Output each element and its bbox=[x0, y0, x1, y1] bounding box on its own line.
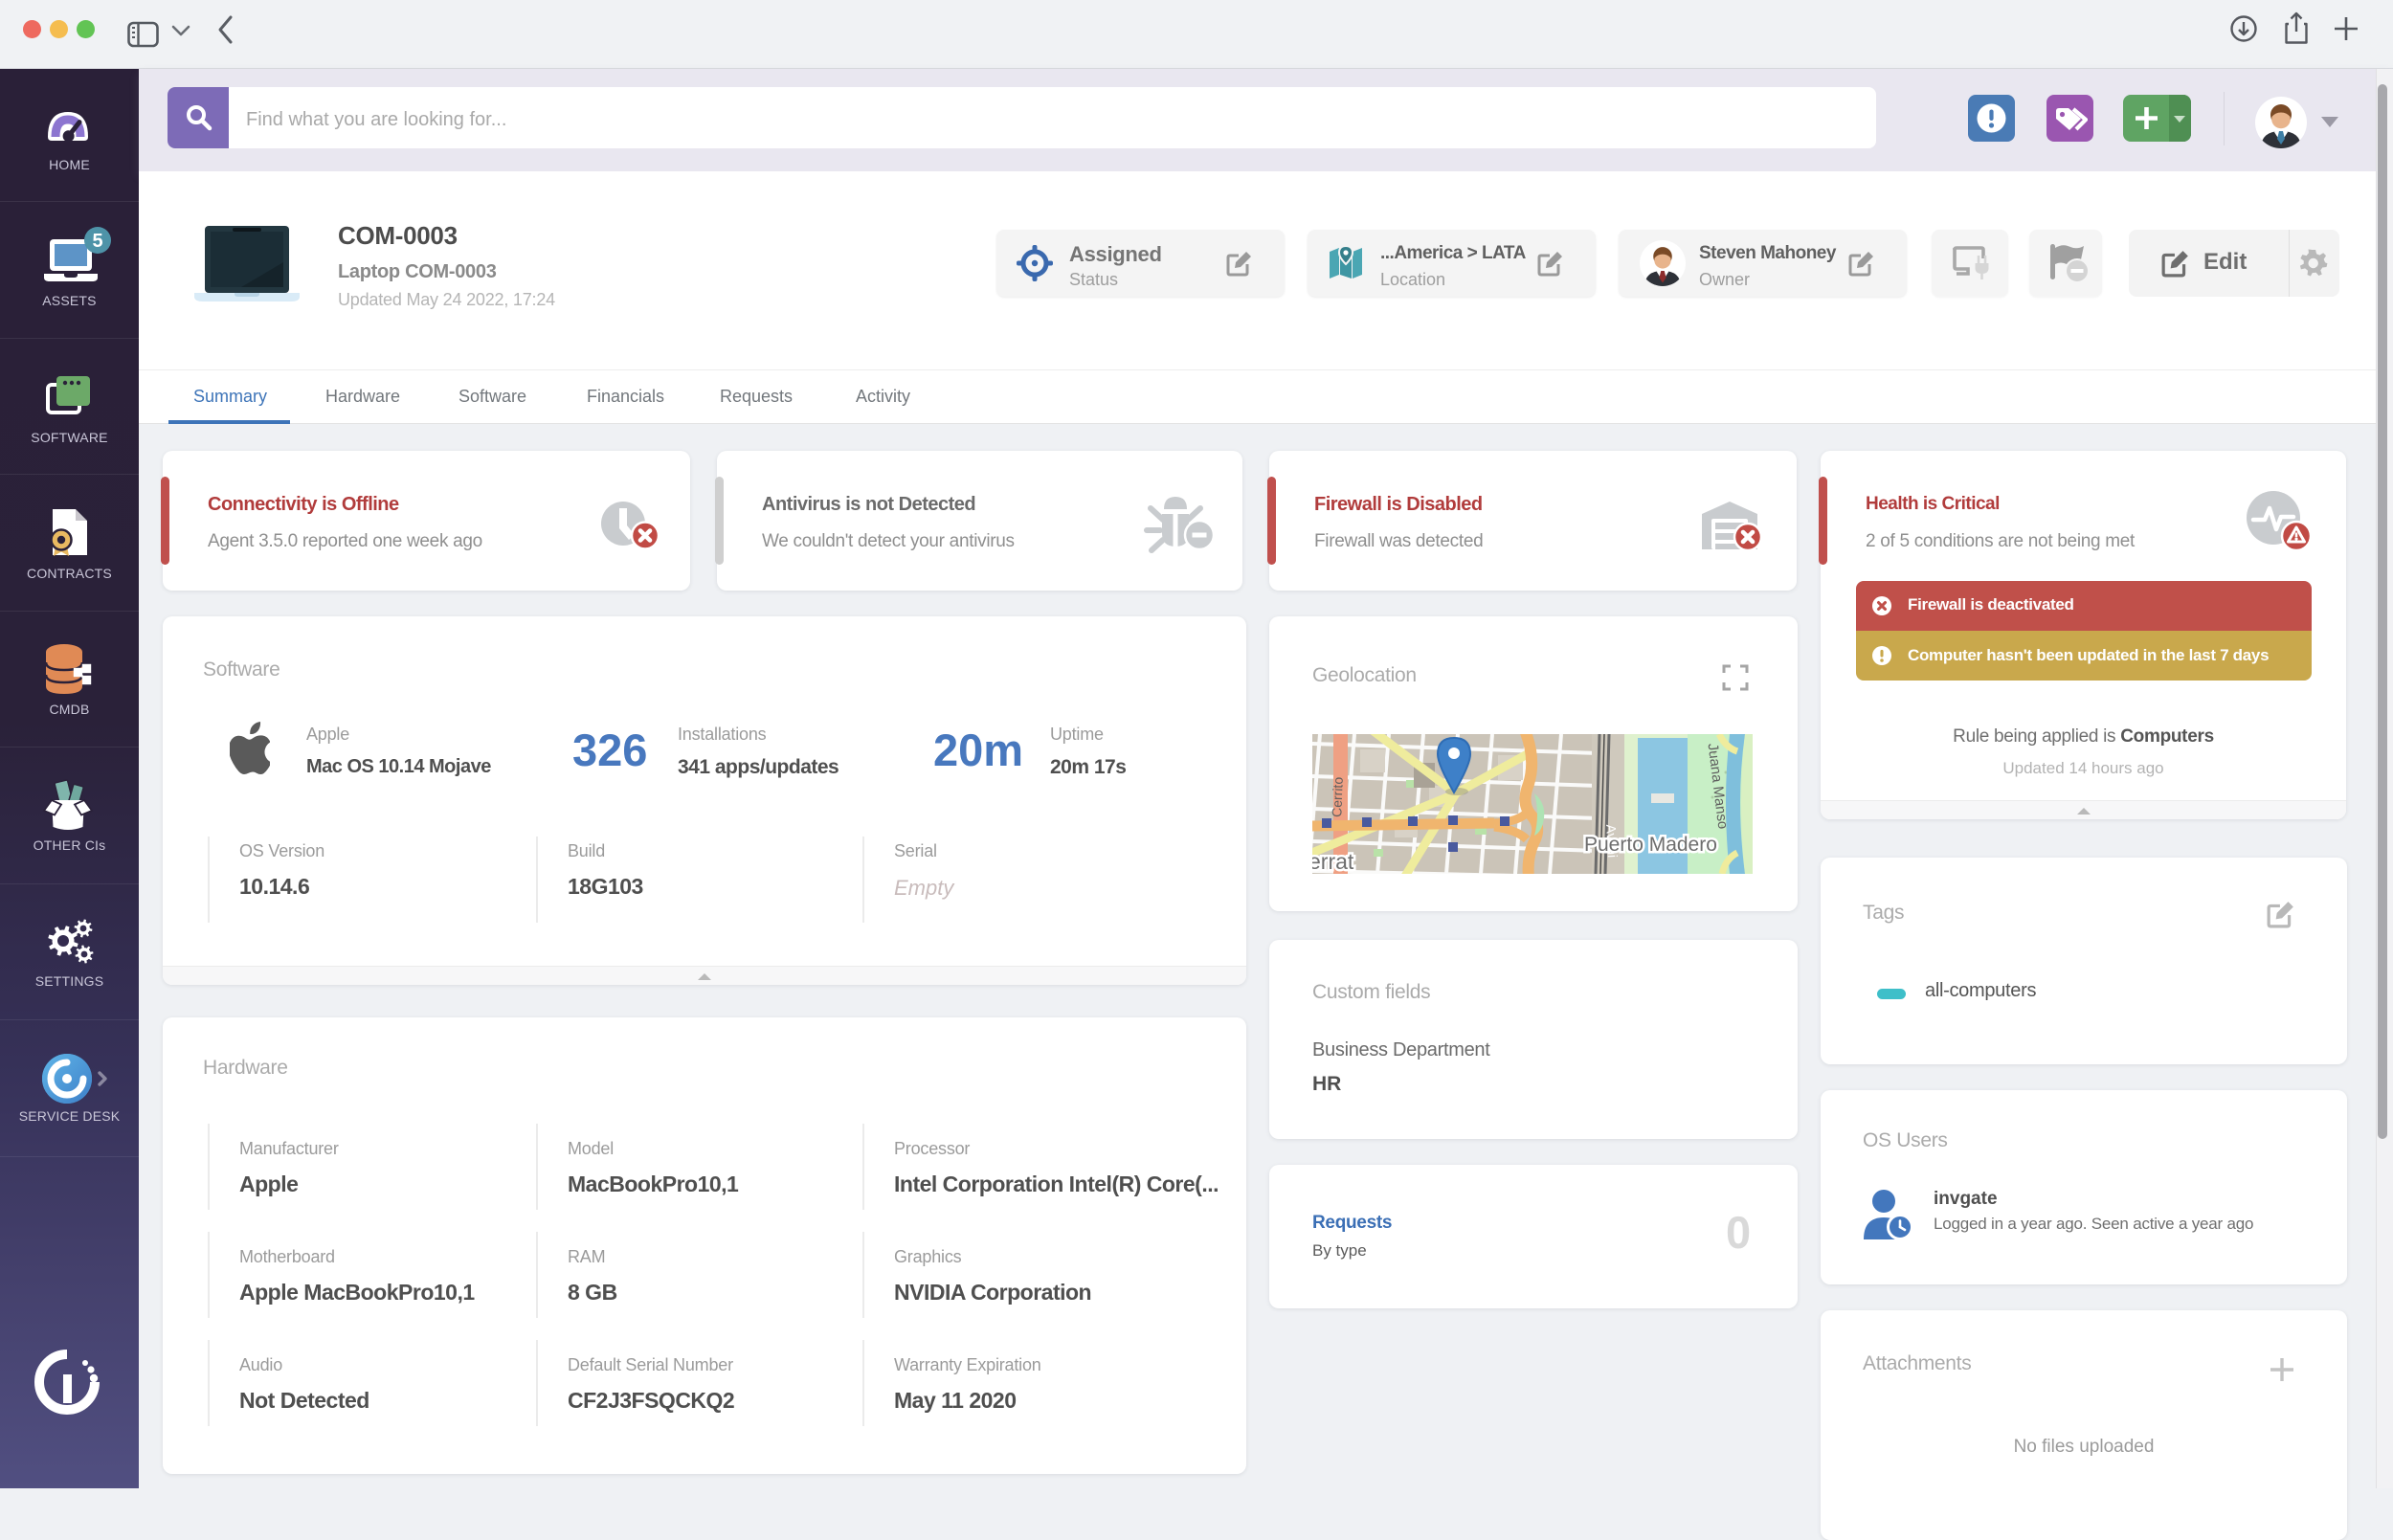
svg-text:Cerrito: Cerrito bbox=[1329, 776, 1345, 817]
svg-text:Puerto Madero: Puerto Madero bbox=[1584, 834, 1717, 856]
svg-text:5: 5 bbox=[92, 231, 102, 252]
svg-text:errat: errat bbox=[1312, 849, 1354, 874]
